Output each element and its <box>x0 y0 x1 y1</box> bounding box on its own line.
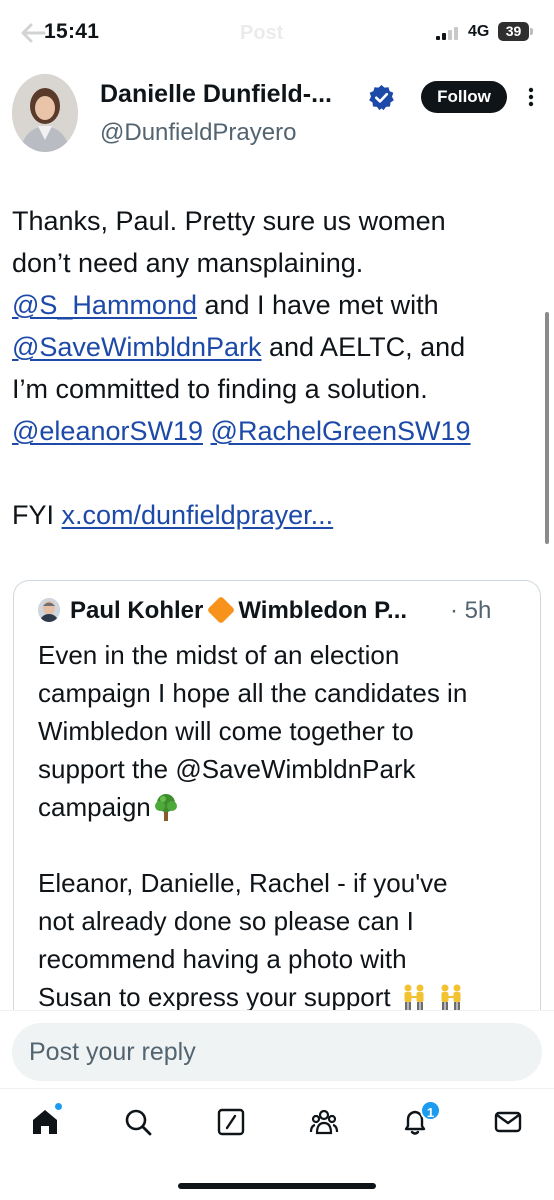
header-title: Post <box>240 22 284 44</box>
grok-icon[interactable] <box>216 1107 246 1137</box>
mention-link[interactable]: @S_Hammond <box>12 290 197 320</box>
messages-icon[interactable] <box>493 1107 523 1137</box>
status-time: 15:41 <box>44 20 100 43</box>
quoted-post-card[interactable]: Paul Kohler Wimbledon P... · 5h Even in t… <box>13 580 541 1040</box>
follow-button[interactable]: Follow <box>421 81 507 113</box>
mention-link[interactable]: @SaveWimbldnPark <box>12 332 262 362</box>
post-line: FYI x.com/dunfieldprayer... <box>12 494 542 536</box>
quoted-line: not already done so please can I <box>38 906 414 936</box>
search-icon[interactable] <box>123 1107 153 1137</box>
post-text: Thanks, Paul. Pretty sure us women don’t… <box>12 200 542 536</box>
post-line: I’m committed to finding a solution. <box>12 374 428 404</box>
people-holding-hands-emoji-icon <box>404 984 424 1010</box>
network-type: 4G <box>468 23 490 40</box>
quoted-post-text: Even in the midst of an election campaig… <box>38 636 533 1016</box>
mention-link[interactable]: @RachelGreenSW19 <box>211 416 471 446</box>
reply-bar: Post your reply <box>0 1010 554 1088</box>
quoted-author-name-part: Wimbledon P... <box>238 597 408 624</box>
quoted-line: campaign <box>38 788 533 826</box>
orange-diamond-icon <box>207 595 236 625</box>
status-bar: Post 15:41 4G 39 <box>0 0 554 66</box>
quoted-author-name[interactable]: Paul Kohler Wimbledon P... <box>70 595 408 625</box>
quoted-line: campaign I hope all the candidates in <box>38 678 468 708</box>
people-holding-hands-emoji-icon <box>441 984 461 1010</box>
signal-icon <box>436 27 458 40</box>
fyi-label: FYI <box>12 500 62 530</box>
home-unread-dot <box>55 1103 62 1110</box>
quoted-author-avatar[interactable] <box>38 598 60 622</box>
quoted-line: Wimbledon will come together to <box>38 716 414 746</box>
post-line: don’t need any mansplaining. <box>12 248 364 278</box>
mention-link[interactable]: @eleanorSW19 <box>12 416 203 446</box>
more-options-icon[interactable] <box>520 86 542 108</box>
quoted-author-name-part: Paul Kohler <box>70 597 204 624</box>
quoted-line: Even in the midst of an election <box>38 640 400 670</box>
author-handle[interactable]: @DunfieldPrayero <box>100 119 296 147</box>
communities-icon[interactable] <box>309 1107 339 1137</box>
quoted-line: support the @SaveWimbldnPark <box>38 754 416 784</box>
notification-count-badge: 1 <box>420 1100 441 1121</box>
verified-badge-icon <box>369 85 394 111</box>
battery-cap <box>530 28 533 35</box>
author-avatar[interactable] <box>12 74 78 152</box>
quoted-line-text: Susan to express your support <box>38 982 391 1012</box>
home-indicator[interactable] <box>178 1183 376 1189</box>
battery-level: 39 <box>498 22 529 41</box>
post-text-fragment: and AELTC, and <box>261 332 466 362</box>
post-line: Thanks, Paul. Pretty sure us women <box>12 206 446 236</box>
quoted-line-text: campaign <box>38 792 151 822</box>
post-line: @eleanorSW19 @RachelGreenSW19 <box>12 410 542 452</box>
post-text-fragment: and I have met with <box>196 290 439 320</box>
quoted-post-time: · 5h <box>450 597 492 624</box>
scrollbar[interactable] <box>545 312 549 544</box>
reply-input[interactable]: Post your reply <box>12 1023 542 1081</box>
external-link[interactable]: x.com/dunfieldprayer... <box>62 500 334 530</box>
post-line: @S_Hammond and I have met with <box>12 284 542 326</box>
quoted-line: Eleanor, Danielle, Rachel - if you've <box>38 868 448 898</box>
post-line: @SaveWimbldnPark and AELTC, and <box>12 326 542 368</box>
quoted-line: recommend having a photo with <box>38 944 407 974</box>
home-icon[interactable] <box>30 1107 60 1137</box>
author-name[interactable]: Danielle Dunfield-... <box>100 80 332 109</box>
tree-emoji-icon <box>154 794 177 821</box>
